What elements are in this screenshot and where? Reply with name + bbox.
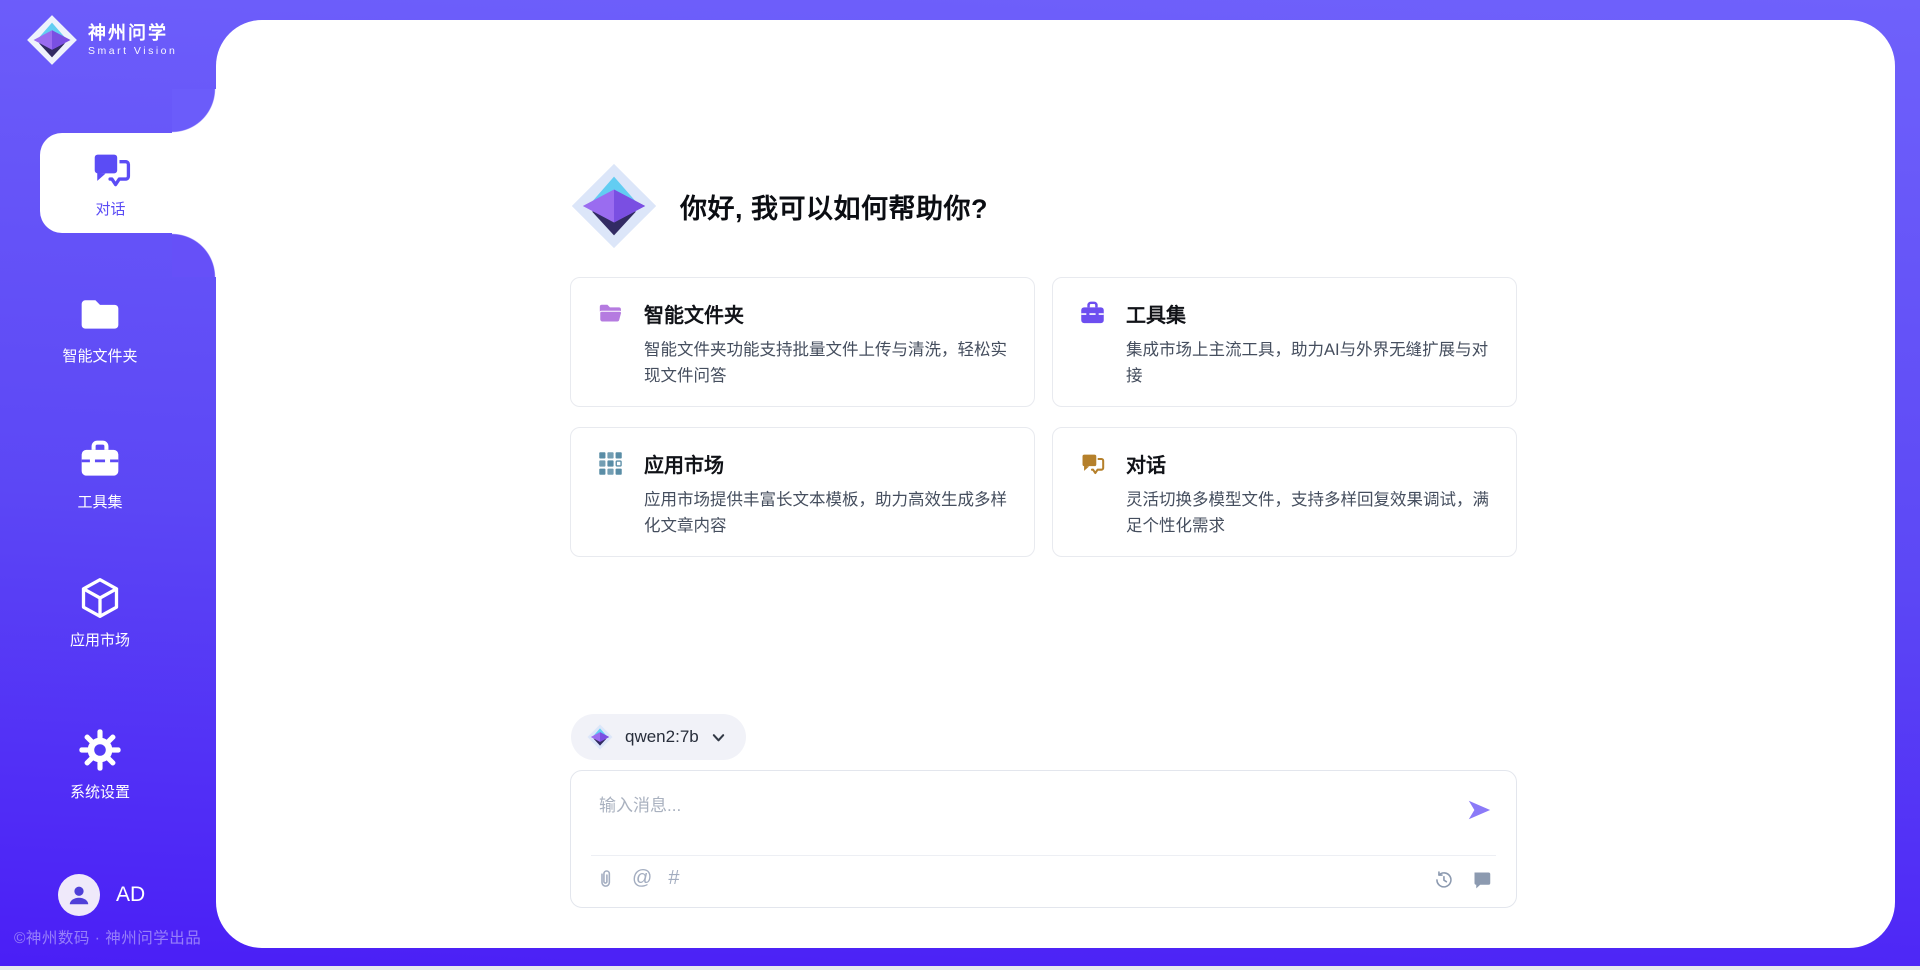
composer-tools-left: @ # [595, 867, 679, 890]
brand-name: 神州问学 [88, 22, 177, 44]
paperclip-icon [595, 867, 616, 890]
history-button[interactable] [1433, 869, 1454, 890]
card-description: 智能文件夹功能支持批量文件上传与清洗，轻松实现文件问答 [644, 337, 1008, 389]
app-window: 神州问学 Smart Vision 对话 智能文件夹 [0, 0, 1920, 970]
attach-file-button[interactable] [595, 867, 616, 890]
horizontal-scrollbar[interactable] [0, 966, 1920, 970]
send-icon [1465, 797, 1493, 823]
sidebar-item-settings[interactable]: 系统设置 [0, 728, 200, 802]
diamond-logo-icon [570, 162, 658, 250]
sidebar-item-chat[interactable]: 对话 [40, 133, 217, 233]
grid-icon [597, 450, 624, 477]
gear-icon [78, 728, 122, 772]
hash-icon: # [668, 867, 679, 890]
diamond-logo-icon [587, 724, 613, 750]
model-selector[interactable]: qwen2:7b [571, 714, 746, 760]
card-title: 工具集 [1126, 299, 1186, 328]
new-conversation-button[interactable] [1471, 869, 1492, 890]
composer-tools-right [1433, 869, 1492, 890]
sidebar-item-label: 工具集 [77, 491, 122, 512]
sidebar-item-smart-folders[interactable]: 智能文件夹 [0, 292, 200, 366]
send-button[interactable] [1464, 797, 1494, 825]
toolbox-icon [1079, 300, 1106, 327]
model-name: qwen2:7b [625, 727, 699, 747]
brand-subtitle: Smart Vision [88, 44, 177, 58]
card-app-market[interactable]: 应用市场 应用市场提供丰富长文本模板，助力高效生成多样化文章内容 [570, 427, 1035, 557]
chevron-down-icon [711, 730, 726, 745]
composer-divider [591, 855, 1496, 856]
history-icon [1433, 869, 1454, 890]
card-description: 集成市场上主流工具，助力AI与外界无缝扩展与对接 [1126, 337, 1490, 389]
copyright-footer: ©神州数码 · 神州问学出品 [14, 926, 201, 948]
person-icon [66, 882, 92, 908]
sidebar-item-app-market[interactable]: 应用市场 [0, 576, 200, 650]
greeting-block: 你好, 我可以如何帮助你? [570, 162, 988, 250]
message-icon [1471, 869, 1492, 890]
tab-scoop-bottom [172, 233, 216, 277]
greeting-title: 你好, 我可以如何帮助你? [680, 187, 988, 226]
open-folder-icon [597, 300, 624, 327]
card-chat[interactable]: 对话 灵活切换多模型文件，支持多样回复效果调试，满足个性化需求 [1052, 427, 1517, 557]
avatar [58, 874, 100, 916]
brand-logo: 神州问学 Smart Vision [26, 14, 177, 66]
card-description: 灵活切换多模型文件，支持多样回复效果调试，满足个性化需求 [1126, 487, 1490, 539]
message-input[interactable] [597, 789, 1441, 851]
message-composer: @ # [570, 770, 1517, 908]
at-icon: @ [632, 867, 652, 890]
mention-button[interactable]: @ [632, 867, 652, 890]
card-title: 智能文件夹 [644, 299, 744, 328]
user-initials: AD [116, 883, 145, 907]
topic-button[interactable]: # [668, 867, 679, 890]
user-menu[interactable]: AD [58, 874, 145, 916]
card-title: 对话 [1126, 449, 1166, 478]
sidebar-item-label: 对话 [95, 198, 125, 219]
sidebar-item-label: 系统设置 [70, 781, 130, 802]
sidebar-item-label: 应用市场 [70, 629, 130, 650]
card-toolset[interactable]: 工具集 集成市场上主流工具，助力AI与外界无缝扩展与对接 [1052, 277, 1517, 407]
cube-icon [78, 576, 122, 620]
sidebar: 神州问学 Smart Vision 对话 智能文件夹 [0, 0, 216, 970]
feature-cards: 智能文件夹 智能文件夹功能支持批量文件上传与清洗，轻松实现文件问答 工具集 集成… [570, 277, 1517, 557]
tab-scoop-top [172, 89, 216, 133]
card-title: 应用市场 [644, 449, 724, 478]
card-description: 应用市场提供丰富长文本模板，助力高效生成多样化文章内容 [644, 487, 1008, 539]
sidebar-item-label: 智能文件夹 [62, 345, 137, 366]
diamond-logo-icon [26, 14, 78, 66]
chat-icon [1079, 450, 1106, 477]
folder-icon [78, 292, 122, 336]
chat-icon [89, 147, 133, 191]
toolbox-icon [78, 438, 122, 482]
sidebar-item-toolset[interactable]: 工具集 [0, 438, 200, 512]
card-smart-folders[interactable]: 智能文件夹 智能文件夹功能支持批量文件上传与清洗，轻松实现文件问答 [570, 277, 1035, 407]
